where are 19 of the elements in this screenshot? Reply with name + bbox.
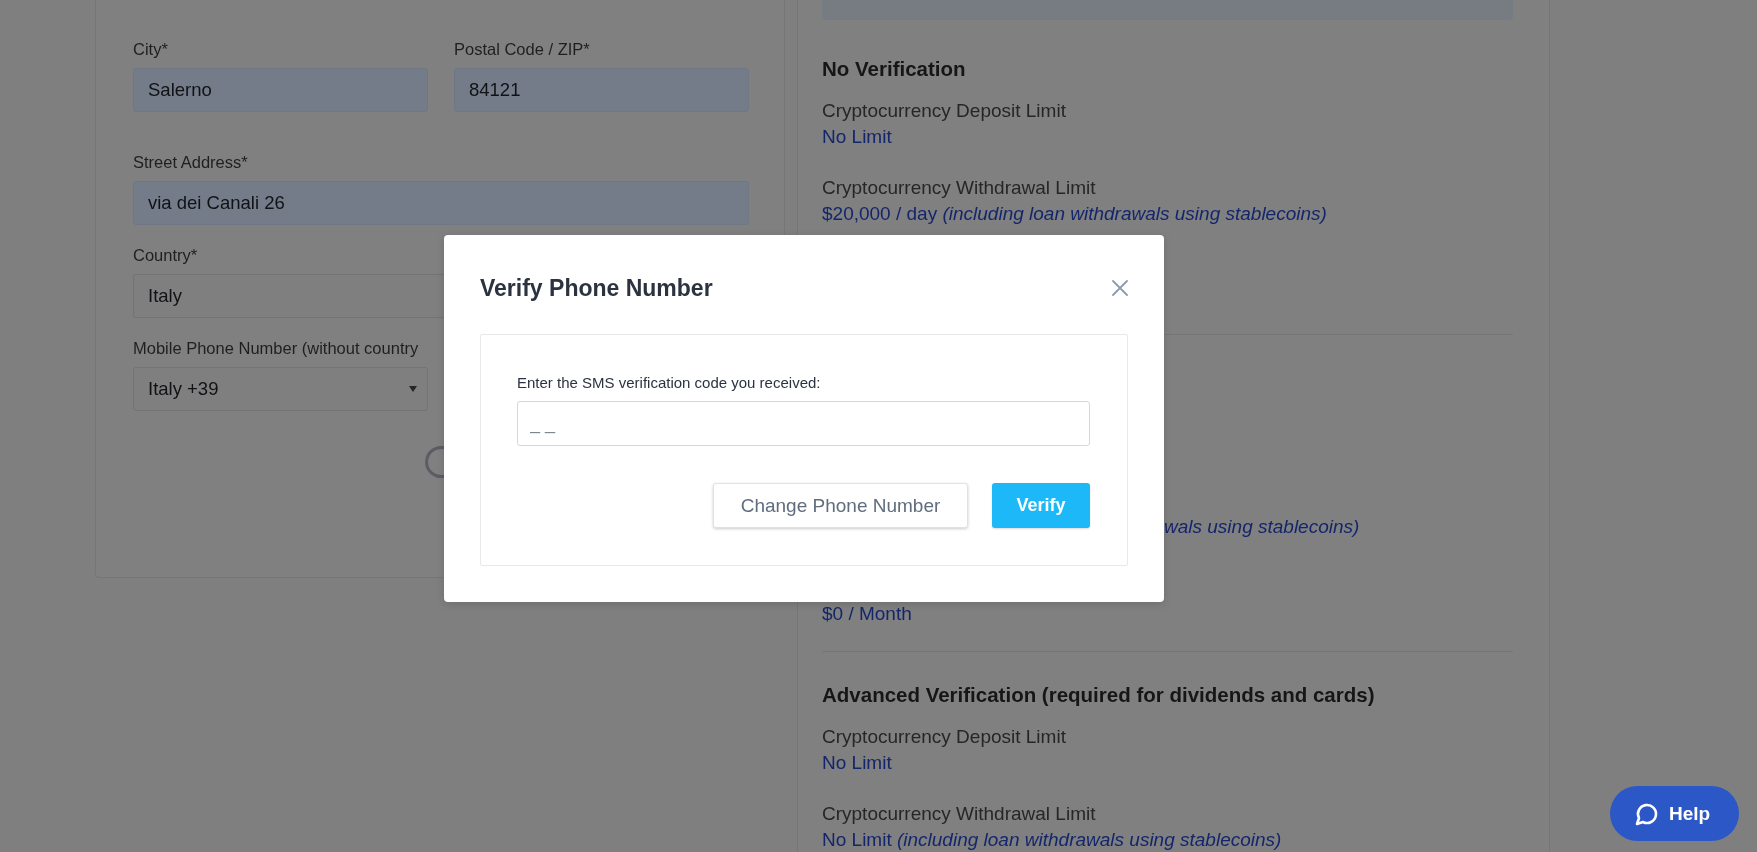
limit-label: Cryptocurrency Withdrawal Limit [822, 802, 1096, 826]
level-title: No Verification [822, 57, 966, 81]
field-label: Street Address* [133, 153, 248, 171]
field-label: Mobile Phone Number (without country [133, 339, 419, 357]
field-label: Country* [133, 246, 198, 264]
limit-value: No Limit [822, 751, 892, 775]
limit-value: No Limit (including loan withdrawals using stablecoins) [822, 828, 1282, 852]
field-label: City* [133, 40, 168, 58]
code-prompt: Enter the SMS verification code you received: [517, 373, 821, 393]
limit-value: $0 / Month [822, 603, 912, 624]
modal-title: Verify Phone Number [480, 274, 713, 303]
limit-value: No Limit [822, 125, 892, 149]
limit-label: Cryptocurrency Deposit Limit [822, 99, 1066, 123]
limit-label: Cryptocurrency Deposit Limit [822, 725, 1066, 749]
field-label: Postal Code / ZIP* [454, 40, 590, 58]
limit-note: wals using stablecoins) [1164, 516, 1360, 537]
level-title: Advanced Verification (required for dividends and cards) [822, 683, 1375, 707]
limit-label: Cryptocurrency Withdrawal Limit [822, 176, 1096, 200]
limit-value: $20,000 / day (including loan withdrawals using stablecoins) [822, 202, 1327, 226]
